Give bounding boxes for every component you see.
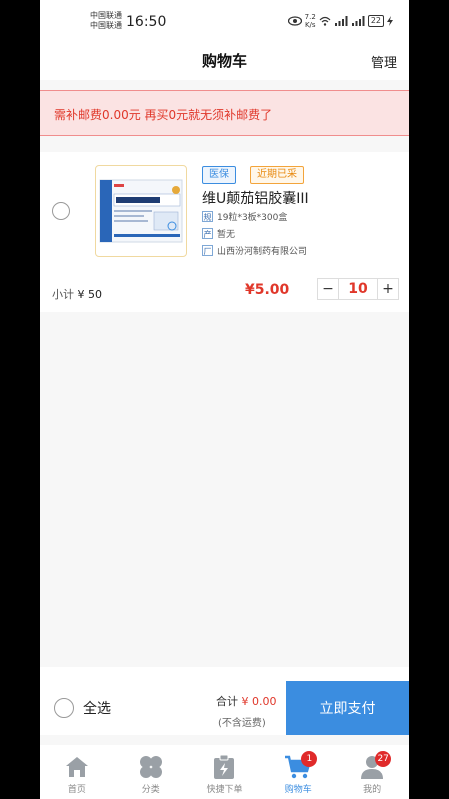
tab-category[interactable]: 分类: [114, 745, 188, 799]
product-name[interactable]: 维U颠茄铝胶囊III: [202, 188, 309, 208]
quick-order-icon: [214, 754, 235, 779]
title-bar: 购物车 管理: [40, 44, 409, 80]
postage-notice: 需补邮费0.00元 再买0元就无须补邮费了: [40, 90, 409, 136]
subtotal-value: ¥ 50: [77, 288, 103, 301]
tab-bar: 首页 分类 快捷下单 购物车 1 我的 27: [40, 745, 409, 799]
product-image[interactable]: [95, 165, 187, 257]
manage-button[interactable]: 管理: [371, 52, 397, 71]
tab-cart[interactable]: 购物车 1: [261, 745, 335, 799]
carrier-line-2: 中国联通: [90, 21, 122, 30]
order-total: 合计 ¥ 0.00: [216, 693, 277, 709]
checkout-bar: 全选 合计 ¥ 0.00 (不含运费) 立即支付: [40, 667, 409, 735]
origin-icon: 产: [202, 228, 213, 239]
medicine-box-icon: [99, 179, 183, 243]
carrier-info: 中国联通 中国联通: [90, 11, 122, 31]
cart-item: 医保 近期已采 维U颠茄铝胶囊III 规 19粒*3板*300盒 产 暂无 厂 …: [40, 152, 409, 312]
product-maker: 厂 山西汾河制药有限公司: [202, 244, 307, 257]
item-subtotal: 小计 ¥ 50: [52, 286, 102, 302]
subtotal-label: 小计: [52, 288, 74, 301]
pay-now-button[interactable]: 立即支付: [286, 681, 409, 735]
item-price: ¥5.00: [245, 282, 290, 298]
home-icon: [65, 757, 88, 777]
status-bar: 中国联通 中国联通 16:50 7.2 K/s 22: [40, 0, 409, 44]
tab-quick-order[interactable]: 快捷下单: [188, 745, 262, 799]
product-spec: 规 19粒*3板*300盒: [202, 210, 287, 223]
signal-icon-2: [351, 16, 365, 26]
net-speed: 7.2 K/s: [305, 13, 316, 29]
tab-mine[interactable]: 我的 27: [335, 745, 409, 799]
origin-value: 暂无: [217, 230, 236, 240]
spec-icon: 规: [202, 211, 213, 222]
quantity-stepper: − 10 +: [317, 278, 399, 300]
tab-quick-order-label: 快捷下单: [206, 785, 243, 795]
cart-badge: 1: [301, 751, 318, 767]
increase-button[interactable]: +: [378, 279, 398, 299]
tab-home-label: 首页: [67, 785, 86, 795]
tag-recently-purchased: 近期已采: [250, 166, 304, 184]
postage-notice-text: 需补邮费0.00元 再买0元就无须补邮费了: [54, 108, 273, 122]
battery-icon: 22: [367, 15, 384, 27]
charging-icon: [387, 16, 393, 26]
status-icons: 7.2 K/s 22: [287, 13, 393, 29]
shipping-note: (不含运费): [218, 718, 266, 729]
net-speed-unit: K/s: [304, 21, 316, 29]
tab-cart-label: 购物车: [284, 785, 312, 795]
spec-value: 19粒*3板*300盒: [217, 213, 288, 223]
item-checkbox[interactable]: [52, 202, 70, 220]
select-all-label[interactable]: 全选: [83, 698, 111, 718]
total-value: ¥ 0.00: [241, 695, 277, 708]
tab-home[interactable]: 首页: [40, 745, 114, 799]
tag-medical-insurance: 医保: [202, 166, 236, 184]
tab-category-label: 分类: [141, 785, 160, 795]
maker-value: 山西汾河制药有限公司: [217, 247, 308, 257]
mine-badge: 27: [375, 751, 392, 767]
maker-icon: 厂: [202, 245, 213, 256]
decrease-button[interactable]: −: [318, 279, 338, 299]
status-time: 16:50: [126, 14, 167, 30]
wifi-icon: [319, 16, 331, 26]
total-label: 合计: [216, 695, 238, 708]
carrier-line-1: 中国联通: [90, 11, 122, 20]
eye-icon: [287, 16, 302, 26]
select-all-checkbox[interactable]: [54, 698, 74, 718]
category-icon: [139, 756, 162, 778]
phone-screen: 中国联通 中国联通 16:50 7.2 K/s 22 购物车 管理 需补邮费0.…: [40, 0, 409, 799]
net-speed-value: 7.2: [304, 13, 316, 21]
tab-mine-label: 我的: [363, 785, 382, 795]
signal-icon: [334, 16, 348, 26]
page-title: 购物车: [201, 52, 247, 70]
quantity-input[interactable]: 10: [338, 279, 378, 299]
product-origin: 产 暂无: [202, 227, 235, 240]
